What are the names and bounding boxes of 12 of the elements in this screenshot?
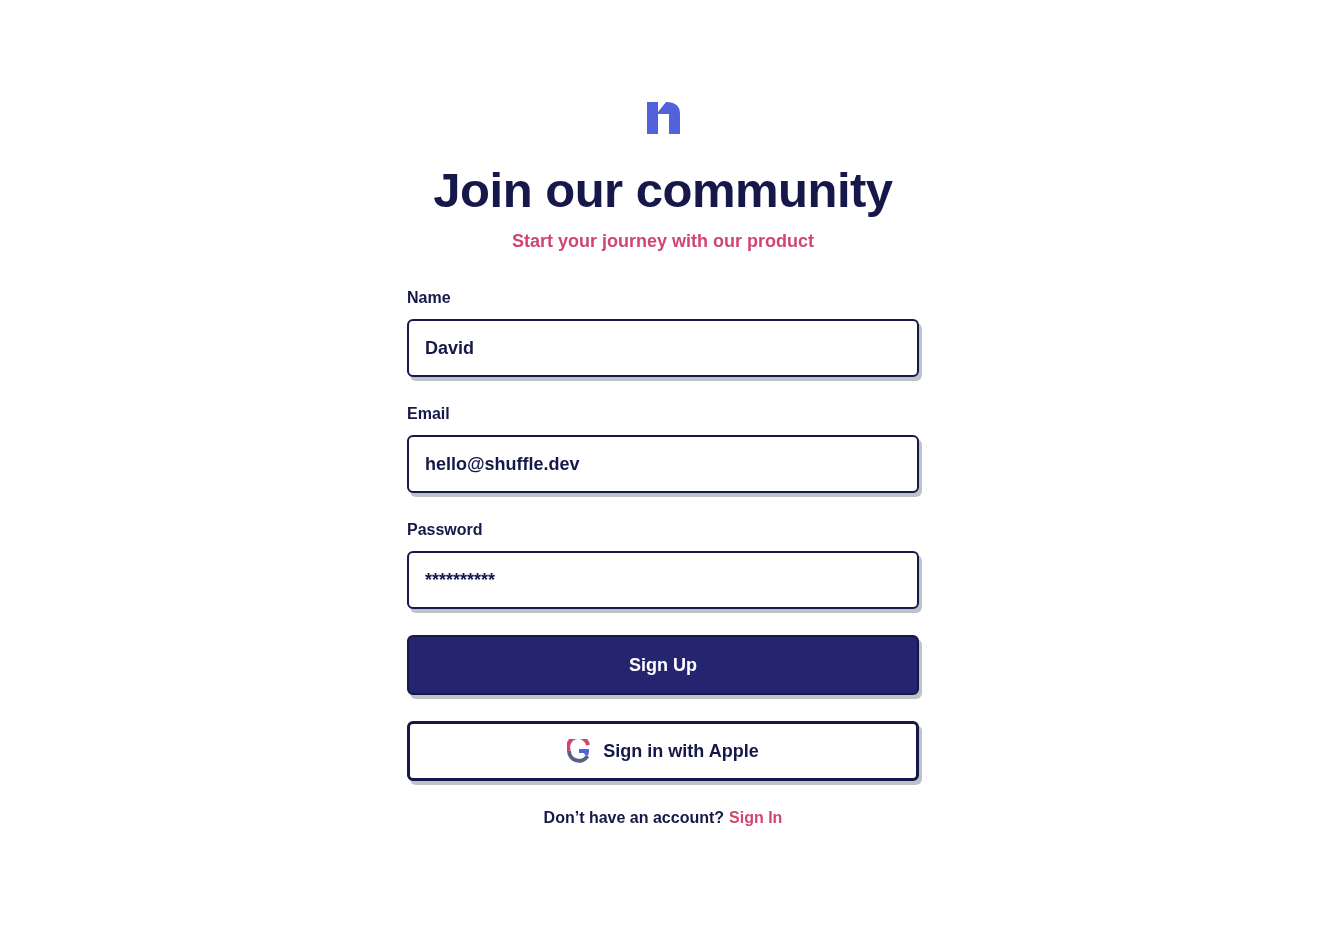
field-label: Password (407, 520, 484, 540)
input-field[interactable]: hello@shuffle.dev (407, 435, 919, 493)
sign-in-link[interactable]: Sign In (729, 808, 783, 828)
footer-text: Don’t have an account? (543, 808, 725, 828)
input-field[interactable]: ********** (407, 551, 919, 609)
g-logo-icon (567, 739, 592, 763)
input-field[interactable]: David (407, 319, 919, 377)
logo-icon (646, 102, 680, 134)
page-subtitle: Start your journey with our product (512, 230, 814, 253)
field-label: Name (407, 288, 452, 308)
field-label: Email (407, 404, 451, 424)
page-title: Join our community (433, 162, 893, 219)
